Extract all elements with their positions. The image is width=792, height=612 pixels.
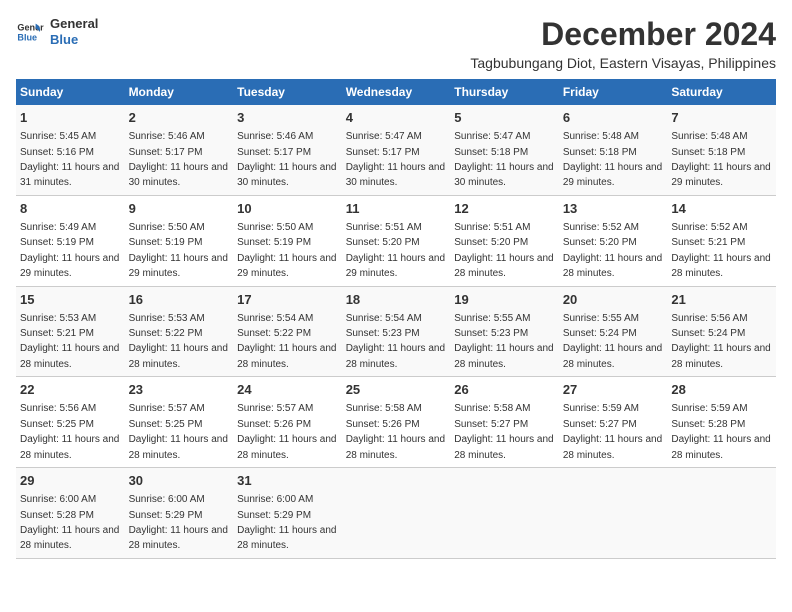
- list-item: 27 Sunrise: 5:59 AMSunset: 5:27 PMDaylig…: [559, 377, 668, 468]
- list-item: 2 Sunrise: 5:46 AMSunset: 5:17 PMDayligh…: [125, 105, 234, 195]
- col-thursday: Thursday: [450, 79, 559, 105]
- list-item: 3 Sunrise: 5:46 AMSunset: 5:17 PMDayligh…: [233, 105, 342, 195]
- empty-cell: [667, 468, 776, 559]
- empty-cell: [559, 468, 668, 559]
- list-item: 23 Sunrise: 5:57 AMSunset: 5:25 PMDaylig…: [125, 377, 234, 468]
- col-sunday: Sunday: [16, 79, 125, 105]
- logo-general: General: [50, 16, 98, 32]
- calendar-table: Sunday Monday Tuesday Wednesday Thursday…: [16, 79, 776, 559]
- list-item: 21 Sunrise: 5:56 AMSunset: 5:24 PMDaylig…: [667, 286, 776, 377]
- list-item: 1 Sunrise: 5:45 AMSunset: 5:16 PMDayligh…: [16, 105, 125, 195]
- col-monday: Monday: [125, 79, 234, 105]
- table-row: 1 Sunrise: 5:45 AMSunset: 5:16 PMDayligh…: [16, 105, 776, 195]
- list-item: 9 Sunrise: 5:50 AMSunset: 5:19 PMDayligh…: [125, 195, 234, 286]
- svg-text:Blue: Blue: [17, 32, 37, 42]
- list-item: 15 Sunrise: 5:53 AMSunset: 5:21 PMDaylig…: [16, 286, 125, 377]
- table-row: 15 Sunrise: 5:53 AMSunset: 5:21 PMDaylig…: [16, 286, 776, 377]
- logo: General Blue General Blue: [16, 16, 98, 47]
- list-item: 20 Sunrise: 5:55 AMSunset: 5:24 PMDaylig…: [559, 286, 668, 377]
- list-item: 4 Sunrise: 5:47 AMSunset: 5:17 PMDayligh…: [342, 105, 451, 195]
- list-item: 29 Sunrise: 6:00 AMSunset: 5:28 PMDaylig…: [16, 468, 125, 559]
- list-item: 18 Sunrise: 5:54 AMSunset: 5:23 PMDaylig…: [342, 286, 451, 377]
- col-tuesday: Tuesday: [233, 79, 342, 105]
- title-block: December 2024 Tagbubungang Diot, Eastern…: [470, 16, 776, 71]
- list-item: 10 Sunrise: 5:50 AMSunset: 5:19 PMDaylig…: [233, 195, 342, 286]
- list-item: 11 Sunrise: 5:51 AMSunset: 5:20 PMDaylig…: [342, 195, 451, 286]
- list-item: 17 Sunrise: 5:54 AMSunset: 5:22 PMDaylig…: [233, 286, 342, 377]
- empty-cell: [342, 468, 451, 559]
- col-friday: Friday: [559, 79, 668, 105]
- calendar-header-row: Sunday Monday Tuesday Wednesday Thursday…: [16, 79, 776, 105]
- logo-blue: Blue: [50, 32, 98, 48]
- svg-text:General: General: [17, 22, 44, 32]
- page-header: General Blue General Blue December 2024 …: [16, 16, 776, 71]
- logo-icon: General Blue: [16, 18, 44, 46]
- table-row: 29 Sunrise: 6:00 AMSunset: 5:28 PMDaylig…: [16, 468, 776, 559]
- col-saturday: Saturday: [667, 79, 776, 105]
- list-item: 25 Sunrise: 5:58 AMSunset: 5:26 PMDaylig…: [342, 377, 451, 468]
- list-item: 30 Sunrise: 6:00 AMSunset: 5:29 PMDaylig…: [125, 468, 234, 559]
- list-item: 6 Sunrise: 5:48 AMSunset: 5:18 PMDayligh…: [559, 105, 668, 195]
- list-item: 31 Sunrise: 6:00 AMSunset: 5:29 PMDaylig…: [233, 468, 342, 559]
- list-item: 14 Sunrise: 5:52 AMSunset: 5:21 PMDaylig…: [667, 195, 776, 286]
- list-item: 28 Sunrise: 5:59 AMSunset: 5:28 PMDaylig…: [667, 377, 776, 468]
- list-item: 5 Sunrise: 5:47 AMSunset: 5:18 PMDayligh…: [450, 105, 559, 195]
- list-item: 24 Sunrise: 5:57 AMSunset: 5:26 PMDaylig…: [233, 377, 342, 468]
- page-title: December 2024: [470, 16, 776, 53]
- list-item: 7 Sunrise: 5:48 AMSunset: 5:18 PMDayligh…: [667, 105, 776, 195]
- list-item: 12 Sunrise: 5:51 AMSunset: 5:20 PMDaylig…: [450, 195, 559, 286]
- list-item: 8 Sunrise: 5:49 AMSunset: 5:19 PMDayligh…: [16, 195, 125, 286]
- table-row: 22 Sunrise: 5:56 AMSunset: 5:25 PMDaylig…: [16, 377, 776, 468]
- list-item: 16 Sunrise: 5:53 AMSunset: 5:22 PMDaylig…: [125, 286, 234, 377]
- list-item: 26 Sunrise: 5:58 AMSunset: 5:27 PMDaylig…: [450, 377, 559, 468]
- list-item: 22 Sunrise: 5:56 AMSunset: 5:25 PMDaylig…: [16, 377, 125, 468]
- list-item: 19 Sunrise: 5:55 AMSunset: 5:23 PMDaylig…: [450, 286, 559, 377]
- col-wednesday: Wednesday: [342, 79, 451, 105]
- table-row: 8 Sunrise: 5:49 AMSunset: 5:19 PMDayligh…: [16, 195, 776, 286]
- empty-cell: [450, 468, 559, 559]
- page-subtitle: Tagbubungang Diot, Eastern Visayas, Phil…: [470, 55, 776, 71]
- list-item: 13 Sunrise: 5:52 AMSunset: 5:20 PMDaylig…: [559, 195, 668, 286]
